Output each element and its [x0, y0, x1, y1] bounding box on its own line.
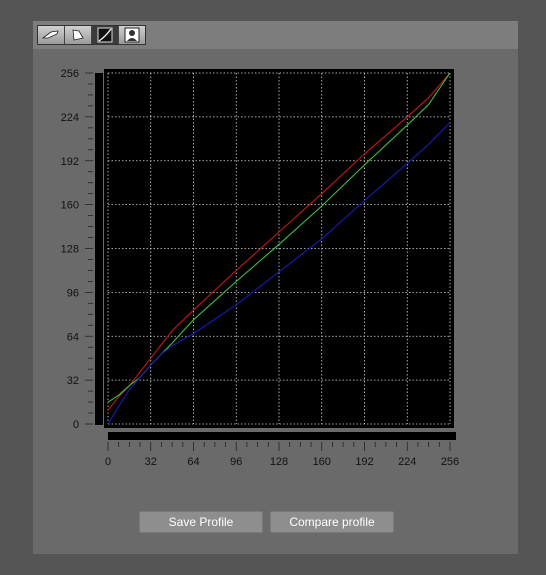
x-tick-label: 128	[270, 456, 288, 468]
x-tick-label: 96	[230, 456, 242, 468]
y-axis: 0 32 64 96 128 160 192 224 256	[61, 68, 93, 431]
y-tick-label: 0	[73, 419, 79, 431]
x-axis-gradient-bar[interactable]	[108, 432, 456, 440]
x-tick-label: 0	[105, 456, 111, 468]
y-tick-label: 256	[61, 68, 79, 80]
curve-panel: 0 32 64 96 128 160 192 224 256 0 32 64 96 128 160 192 2…	[33, 21, 518, 554]
y-tick-label: 64	[67, 331, 79, 343]
y-axis-gradient-bar[interactable]	[95, 73, 103, 425]
save-profile-button[interactable]: Save Profile	[139, 511, 263, 533]
x-axis: 0 32 64 96 128 160 192 224 256	[105, 442, 459, 468]
y-tick-label: 160	[61, 200, 79, 212]
y-tick-label: 96	[67, 287, 79, 299]
x-tick-label: 64	[187, 456, 199, 468]
x-tick-label: 256	[441, 456, 459, 468]
x-tick-label: 160	[313, 456, 331, 468]
y-tick-label: 224	[61, 112, 79, 124]
tone-curve-chart[interactable]: 0 32 64 96 128 160 192 224 256 0 32 64 96 128 160 192 2…	[33, 21, 518, 481]
y-tick-label: 128	[61, 244, 79, 256]
compare-profile-button[interactable]: Compare profile	[270, 511, 394, 533]
x-tick-label: 192	[355, 456, 373, 468]
y-tick-label: 32	[67, 375, 79, 387]
x-tick-label: 224	[398, 456, 416, 468]
y-tick-label: 192	[61, 156, 79, 168]
x-tick-label: 32	[145, 456, 157, 468]
